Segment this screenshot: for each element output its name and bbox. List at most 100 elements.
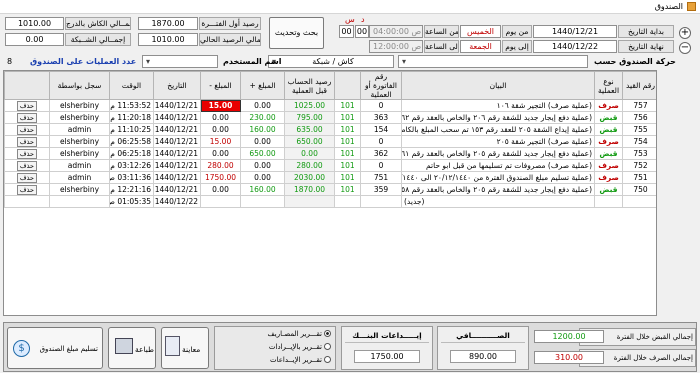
col-balance-before[interactable]: رصيد الحساب قبل العملية — [284, 71, 335, 100]
delete-row-button[interactable]: حذف — [17, 136, 37, 147]
cell-entry-no: 753 — [622, 147, 656, 160]
cell-time: 12:21:16 م — [109, 183, 154, 196]
search-refresh-button[interactable]: بحث وتحديث — [269, 17, 324, 49]
col-invoice-no[interactable]: رقم الفاتورة أو العملية — [360, 71, 402, 100]
to-day-field[interactable]: الجمعة — [460, 40, 501, 53]
col-amount-minus[interactable]: المبلغ - — [200, 71, 241, 100]
chevron-down-icon: ▾ — [146, 57, 151, 66]
cell-recorded-by: elsherbiny — [49, 99, 110, 112]
table-row[interactable]: 755 قبض (عملية إيداع الشقة ٢٠٥ للعقد رقم… — [4, 123, 656, 136]
hours-field[interactable]: 00 — [339, 25, 354, 38]
minutes-label: د — [361, 15, 365, 24]
user-select[interactable]: ▾ — [142, 55, 218, 68]
summary-panel: إجمالي القبض خلال الفترة 1200.00 إجمالي … — [3, 322, 697, 372]
minutes-field[interactable]: 00 — [355, 25, 369, 38]
cell-account: 101 — [334, 111, 361, 124]
col-entry-no[interactable]: رقم القيد — [622, 71, 656, 100]
cell-entry-no: 752 — [622, 159, 656, 172]
table-row[interactable]: 752 صرف (عملية صرف) مصروفات تم تسليمها م… — [4, 159, 656, 172]
print-button[interactable]: طباعة — [108, 327, 156, 369]
cell-recorded-by: elsherbiny — [49, 183, 110, 196]
report-deposits-radio[interactable]: تقــرير الإيــداعات — [270, 356, 331, 364]
cell-invoice-no: 359 — [360, 183, 402, 196]
delete-row-button[interactable]: حذف — [17, 184, 37, 195]
cash-network-select[interactable]: ▾ كاش / شبكة — [268, 55, 394, 68]
net-box: الصــــــــــافي 890.00 — [437, 326, 529, 370]
cell-time: 03:11:36 ص — [109, 171, 154, 184]
cell-entry-no: 750 — [622, 183, 656, 196]
col-amount-plus[interactable]: المبلغ + — [240, 71, 285, 100]
cell-date: 1440/12/22 — [153, 195, 201, 208]
cell-description: (عملية دفع إيجار جديد للشقة رقم ٢٠٥ والخ… — [401, 147, 595, 160]
cell-time: 11:53:52 م — [109, 99, 154, 112]
total-receipts-label: إجمالي القبض خلال الفترة — [616, 333, 693, 341]
delete-row-button[interactable]: حذف — [17, 160, 37, 171]
total-network-field: 0.00 — [5, 33, 64, 46]
cell-date: 1440/12/21 — [153, 111, 201, 124]
delete-row-button[interactable]: حذف — [17, 124, 37, 135]
movement-select[interactable]: ▾ — [398, 55, 588, 68]
cell-amount-minus: 0.00 — [200, 123, 241, 136]
report-expenses-radio[interactable]: تقـــرير المصـاريف — [268, 330, 331, 338]
cell-date: 1440/12/21 — [153, 99, 201, 112]
report-revenues-radio[interactable]: تقــرير بالإيــرادات — [269, 343, 331, 351]
table-row[interactable]: 754 صرف (عملية صرف) التجير شقة ٢٠٥ 0 101… — [4, 135, 656, 148]
table-row[interactable]: 757 صرف (عملية صرف) التجير شقة ١٠٦ 0 101… — [4, 99, 656, 112]
table-row-new[interactable]: (جديد) 1440/12/22 01:05:35 ص — [4, 195, 656, 208]
table-row[interactable]: 753 قبض (عملية دفع إيجار جديد للشقة رقم … — [4, 147, 656, 160]
add-icon[interactable]: + — [679, 27, 691, 39]
radio-icon — [324, 356, 331, 363]
col-description[interactable]: البيان — [401, 71, 595, 100]
col-op-type[interactable]: نوع العملية — [594, 71, 623, 100]
cell-balance-before: 1870.00 — [284, 183, 335, 196]
cell-amount-plus: 0.00 — [240, 159, 285, 172]
cell-invoice-no: 363 — [360, 111, 402, 124]
table-row[interactable]: 750 قبض (عملية دفع إيجار جديد للشقة رقم … — [4, 183, 656, 196]
col-time[interactable]: الوقت — [109, 71, 154, 100]
cell-entry-no: 755 — [622, 123, 656, 136]
delete-row-button[interactable]: حذف — [17, 148, 37, 159]
cell-account: 101 — [334, 183, 361, 196]
preview-button[interactable]: معاينة — [161, 327, 209, 369]
cell-amount-minus: 15.00 — [200, 135, 241, 148]
cell-amount-minus: 280.00 — [200, 159, 241, 172]
cell-balance-before: 0.00 — [284, 147, 335, 160]
cell-date: 1440/12/21 — [153, 171, 201, 184]
report-options: تقـــرير المصـاريف تقــرير بالإيــرادات … — [214, 326, 336, 370]
cell-amount-minus: 0.00 — [200, 111, 241, 124]
cell-amount-minus[interactable]: 15.00 — [200, 99, 241, 112]
window-titlebar: الصندوق — [0, 0, 700, 14]
cell-date: 1440/12/21 — [153, 135, 201, 148]
cell-actions: حذف — [4, 135, 50, 148]
from-time-field[interactable]: 04:00:00 ص — [369, 25, 423, 38]
table-row[interactable]: 756 قبض (عملية دفع إيجار جديد للشقة رقم … — [4, 111, 656, 124]
to-time-field[interactable]: 12:00:00 ص — [369, 40, 423, 53]
total-expenses-field: 310.00 — [534, 351, 604, 364]
table-row[interactable]: 751 صرف (عملية تسليم مبلغ الصندوق الفترة… — [4, 171, 656, 184]
deliver-cash-button[interactable]: $ تسليم مبلغ الصندوق — [7, 327, 103, 369]
cell-description: (عملية دفع إيجار جديد للشقة رقم ٢٠٥ والخ… — [401, 183, 595, 196]
deposits-box: إيـــــداعات البنـــك 1750.00 — [341, 326, 433, 370]
col-date[interactable]: التاريخ — [153, 71, 201, 100]
delete-row-button[interactable]: حذف — [17, 172, 37, 183]
from-day-field[interactable]: الخميس — [460, 25, 501, 38]
cell-balance-before: 280.00 — [284, 159, 335, 172]
opening-balance-label: رصيد أول الفتـــرة — [199, 17, 261, 30]
cell-actions: حذف — [4, 111, 50, 124]
cell-account — [334, 195, 361, 208]
cell-description: (عملية صرف) التجير شقة ١٠٦ — [401, 99, 595, 112]
cell-description[interactable]: (جديد) — [401, 195, 595, 208]
cell-account: 101 — [334, 99, 361, 112]
window-title: الصندوق — [654, 2, 683, 11]
delete-row-button[interactable]: حذف — [17, 112, 37, 123]
net-field: 890.00 — [450, 350, 516, 363]
col-recorded-by[interactable]: سجل بواسطة — [49, 71, 110, 100]
to-date-field[interactable]: 1440/12/22 — [533, 40, 617, 53]
from-date-field[interactable]: 1440/12/21 — [533, 25, 617, 38]
remove-icon[interactable]: − — [679, 42, 691, 54]
table-header-row: رقم القيد نوع العملية البيان رقم الفاتور… — [4, 71, 656, 100]
delete-row-button[interactable]: حذف — [17, 100, 37, 111]
cell-amount-minus: 1750.00 — [200, 171, 241, 184]
cell-recorded-by: admin — [49, 123, 110, 136]
cell-time: 06:25:18 م — [109, 147, 154, 160]
